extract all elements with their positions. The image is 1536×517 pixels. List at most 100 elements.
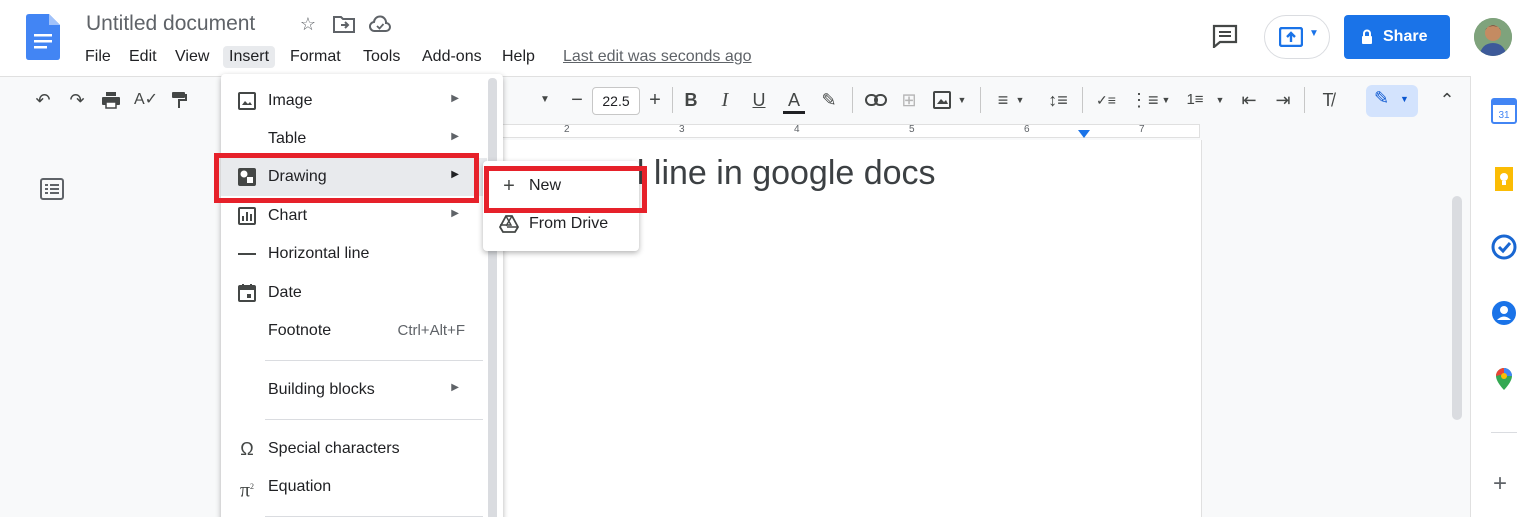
add-addon-icon[interactable]: + <box>1493 472 1507 496</box>
ruler-number: 3 <box>679 124 685 135</box>
numbered-dropdown-icon[interactable]: ▼ <box>1214 87 1226 113</box>
side-panel-divider <box>1491 432 1517 433</box>
menu-scrollbar[interactable] <box>488 78 497 517</box>
star-icon[interactable]: ☆ <box>298 14 318 34</box>
image-icon <box>238 92 256 110</box>
clear-formatting-icon[interactable]: T̸ <box>1316 87 1340 113</box>
decrease-font-size-icon[interactable]: − <box>566 87 588 113</box>
menu-item-date[interactable]: Date <box>221 274 487 312</box>
ruler-number: 2 <box>564 124 570 135</box>
ruler-band <box>500 124 1200 138</box>
highlight-color-icon[interactable]: ✎ <box>818 87 840 113</box>
increase-font-size-icon[interactable]: + <box>644 87 666 113</box>
menu-item-label: Equation <box>268 478 332 495</box>
underline-icon[interactable]: U <box>748 87 770 113</box>
menu-file[interactable]: File <box>79 46 117 68</box>
vertical-ruler <box>0 140 16 517</box>
menu-item-equation[interactable]: π2 Equation <box>221 468 487 506</box>
menu-item-label: Horizontal line <box>268 245 370 262</box>
pi-icon: π2 <box>239 479 255 502</box>
checklist-icon[interactable]: ✓≡ <box>1094 87 1118 113</box>
ruler-number: 4 <box>794 124 800 135</box>
menu-format[interactable]: Format <box>284 46 347 68</box>
editing-mode-button[interactable]: ✎ ▼ <box>1366 85 1418 117</box>
line-spacing-icon[interactable]: ↕≡ <box>1046 87 1070 113</box>
toolbar-divider <box>980 87 981 113</box>
vertical-scrollbar[interactable] <box>1452 196 1462 420</box>
present-dropdown-icon[interactable]: ▼ <box>1309 28 1319 39</box>
text-color-icon[interactable]: A <box>782 87 806 114</box>
menu-tools[interactable]: Tools <box>357 46 406 68</box>
avatar-photo <box>1474 18 1512 56</box>
present-button[interactable]: ▼ <box>1264 15 1330 59</box>
image-dropdown-icon[interactable]: ▼ <box>956 87 968 113</box>
keep-app-icon[interactable] <box>1491 166 1517 192</box>
maps-app-icon[interactable] <box>1491 366 1517 392</box>
submenu-arrow-icon: ▶ <box>451 382 459 393</box>
bold-icon[interactable]: B <box>680 87 702 113</box>
align-icon[interactable]: ≡ <box>992 87 1014 113</box>
font-dropdown-icon[interactable]: ▼ <box>538 87 552 113</box>
comment-history-icon[interactable] <box>1212 24 1238 48</box>
spellcheck-icon[interactable]: A✓ <box>134 87 158 113</box>
menu-addons[interactable]: Add-ons <box>416 46 488 68</box>
cloud-saved-icon[interactable] <box>369 15 391 33</box>
avatar[interactable] <box>1474 18 1512 56</box>
docs-logo-icon[interactable] <box>26 14 60 60</box>
bullet-dropdown-icon[interactable]: ▼ <box>1160 87 1172 113</box>
ruler-number: 7 <box>1139 124 1145 135</box>
menu-item-label: Footnote <box>268 322 332 339</box>
last-edit-link[interactable]: Last edit was seconds ago <box>563 46 752 68</box>
menu-view[interactable]: View <box>169 46 215 68</box>
insert-image-icon[interactable] <box>930 87 954 113</box>
move-to-folder-icon[interactable] <box>333 15 355 33</box>
document-heading[interactable]: al line in google docs <box>618 154 936 193</box>
insert-menu: Image ▶ Table ▶ Drawing ▶ Chart ▶ Horizo… <box>221 74 503 517</box>
toolbar-divider <box>672 87 673 113</box>
calendar-app-icon[interactable]: 31 <box>1491 98 1517 124</box>
menu-item-image[interactable]: Image ▶ <box>221 82 487 120</box>
align-dropdown-icon[interactable]: ▼ <box>1014 87 1026 113</box>
menu-edit[interactable]: Edit <box>123 46 163 68</box>
submenu-arrow-icon: ▶ <box>451 131 459 142</box>
numbered-list-icon[interactable]: 1≡ <box>1184 87 1206 113</box>
menu-item-label: Date <box>268 284 302 301</box>
italic-icon[interactable]: I <box>714 87 736 113</box>
present-icon <box>1279 27 1303 47</box>
right-indent-marker[interactable] <box>1078 130 1090 138</box>
increase-indent-icon[interactable]: ⇥ <box>1272 87 1294 113</box>
omega-icon: Ω <box>240 439 254 459</box>
share-button[interactable]: Share <box>1344 15 1450 59</box>
drive-icon <box>499 215 519 233</box>
menu-insert[interactable]: Insert <box>223 46 276 68</box>
add-comment-icon[interactable]: ⊞ <box>898 87 920 113</box>
google-docs-window: Untitled document ☆ File Edit View Inser… <box>0 0 1536 517</box>
redo-icon[interactable]: ↷ <box>66 87 88 113</box>
menu-divider <box>265 419 483 420</box>
menu-item-building-blocks[interactable]: Building blocks ▶ <box>221 371 487 409</box>
font-size-input[interactable]: 22.5 <box>592 87 640 115</box>
paint-format-icon[interactable] <box>168 87 190 113</box>
menu-item-label: Table <box>268 130 307 147</box>
print-icon[interactable] <box>100 87 122 113</box>
horizontal-line-icon <box>238 253 256 255</box>
hide-menus-icon[interactable]: ⌃ <box>1436 87 1458 113</box>
document-outline-icon[interactable] <box>40 178 64 200</box>
chart-icon <box>238 207 256 225</box>
menu-item-horizontal-line[interactable]: Horizontal line <box>221 235 487 273</box>
side-panel: 31 + <box>1470 76 1536 517</box>
mode-dropdown-icon: ▼ <box>1400 94 1409 104</box>
menu-item-special-characters[interactable]: Ω Special characters <box>221 430 487 468</box>
menu-item-label: Chart <box>268 207 308 224</box>
contacts-app-icon[interactable] <box>1491 300 1517 326</box>
bulleted-list-icon[interactable]: ⋮≡ <box>1130 87 1159 113</box>
insert-link-icon[interactable] <box>864 87 888 113</box>
new-highlight-box <box>484 166 647 213</box>
undo-icon[interactable]: ↶ <box>32 87 54 113</box>
menu-help[interactable]: Help <box>496 46 541 68</box>
toolbar-divider <box>852 87 853 113</box>
tasks-app-icon[interactable] <box>1491 234 1517 260</box>
menu-item-footnote[interactable]: Footnote Ctrl+Alt+F <box>221 312 487 350</box>
document-title[interactable]: Untitled document <box>86 12 255 36</box>
decrease-indent-icon[interactable]: ⇤ <box>1238 87 1260 113</box>
